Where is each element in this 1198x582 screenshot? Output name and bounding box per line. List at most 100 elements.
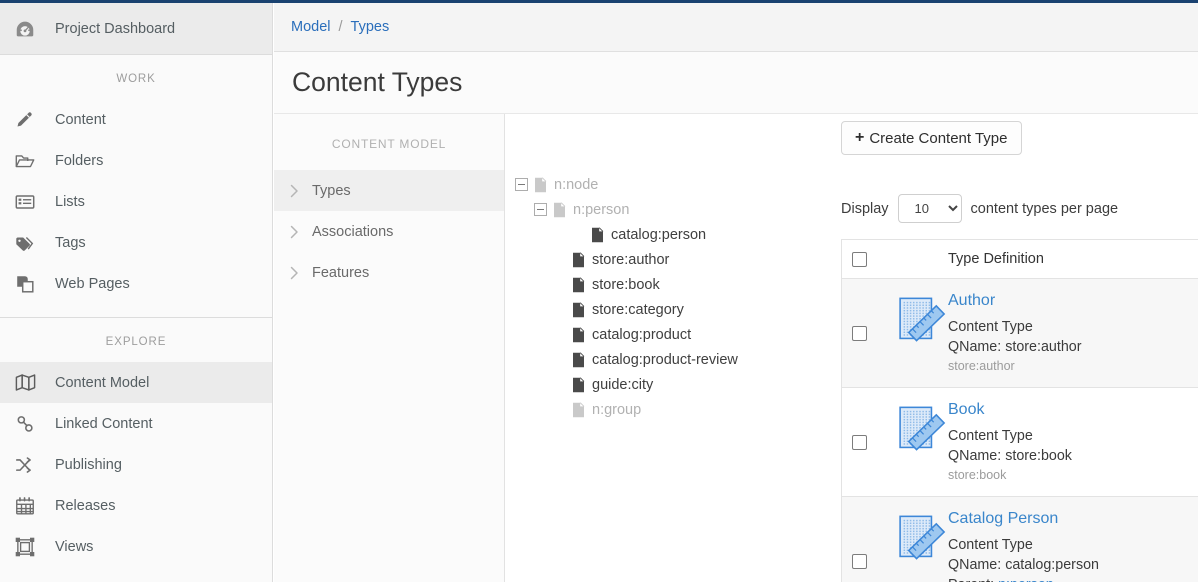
tree-node-label: n:node [554, 176, 599, 193]
panes-container: CONTENT MODEL Types Associations Feature… [274, 114, 1198, 582]
document-icon [572, 401, 585, 418]
tree-node-catalog-product[interactable]: catalog:product [505, 322, 810, 347]
sidebar-item-content-model[interactable]: Content Model [0, 362, 272, 403]
tree-node-label: guide:city [592, 376, 654, 393]
tree-node-store-author[interactable]: store:author [505, 247, 810, 272]
sidebar-item-linked-content[interactable]: Linked Content [0, 403, 272, 444]
row-checkbox-cell [852, 434, 894, 450]
sidebar-item-views[interactable]: Views [0, 526, 272, 567]
select-all-checkbox[interactable] [852, 251, 867, 267]
row-checkbox[interactable] [852, 325, 867, 341]
parent-label: Parent: [948, 577, 994, 582]
row-checkbox[interactable] [852, 434, 867, 450]
content-type-details: Book Content Type QName: store:book store:b… [948, 399, 1198, 485]
page-size-select[interactable]: 102550100 [897, 194, 962, 223]
table-row[interactable]: Catalog Person Content Type QName: catalog… [842, 497, 1198, 582]
content-type-title-link[interactable]: Book [948, 399, 1198, 422]
calendar-icon [14, 494, 44, 518]
content-model-nav-title: CONTENT MODEL [331, 137, 447, 151]
document-icon [572, 326, 585, 343]
nav-item-label: Associations [312, 223, 394, 240]
table-row[interactable]: Author Content Type QName: store:author sto… [842, 279, 1198, 389]
content-type-qname: QName: store:author [948, 339, 1082, 356]
display-suffix-label: content types per page [970, 200, 1119, 217]
content-type-qname: QName: catalog:person [948, 557, 1099, 574]
sidebar-item-content[interactable]: Content [0, 99, 272, 140]
content-type-qname-secondary: store:author [948, 359, 1015, 374]
map-icon [14, 371, 44, 395]
table-body: Author Content Type QName: store:author sto… [842, 279, 1198, 582]
create-content-type-button[interactable]: + Create Content Type [841, 121, 1022, 155]
tree-node-label: n:person [573, 201, 630, 218]
sidebar-item-label: Folders [55, 152, 104, 169]
tree-node-store-category[interactable]: store:category [505, 297, 810, 322]
content-type-details: Author Content Type QName: store:author sto… [948, 290, 1198, 376]
sidebar-item-tags[interactable]: Tags [0, 222, 272, 263]
breadcrumb-item-model[interactable]: Model [291, 19, 331, 35]
document-icon [572, 301, 585, 318]
content-type-title-link[interactable]: Author [948, 290, 1198, 313]
dashboard-gauge-icon [14, 18, 44, 40]
document-icon [572, 251, 585, 268]
main-content: Model / Types Content Types CONTENT MODE… [274, 3, 1198, 582]
content-type-details: Catalog Person Content Type QName: catalog… [948, 508, 1198, 582]
document-icon [553, 201, 566, 218]
pages-icon [14, 272, 44, 296]
tree-node-guide-city[interactable]: guide:city [505, 372, 810, 397]
row-checkbox[interactable] [852, 553, 867, 569]
tree-node-n-person[interactable]: n:person [505, 197, 810, 222]
table-header-row: Type Definition [842, 240, 1198, 279]
breadcrumb-separator: / [338, 19, 343, 35]
app-root: Project Dashboard WORK Content Folders L… [0, 0, 1198, 582]
tree-node-n-node[interactable]: n:node [505, 172, 810, 197]
nav-item-associations[interactable]: Associations [274, 211, 504, 252]
table-row[interactable]: Book Content Type QName: store:book store:b… [842, 388, 1198, 498]
sidebar-dashboard-label: Project Dashboard [55, 20, 176, 37]
tree-node-n-group[interactable]: n:group [505, 397, 810, 422]
page-title: Content Types [292, 67, 463, 97]
nav-item-types[interactable]: Types [274, 170, 504, 211]
tree-node-label: store:book [592, 276, 660, 293]
tree-node-catalog-product-review[interactable]: catalog:product-review [505, 347, 810, 372]
select-all-checkbox-cell [852, 251, 948, 267]
tree-node-store-book[interactable]: store:book [505, 272, 810, 297]
tree-collapse-toggle[interactable] [534, 203, 547, 216]
tree-node-label: catalog:person [611, 226, 707, 243]
sidebar-item-lists[interactable]: Lists [0, 181, 272, 222]
chevron-right-icon [290, 225, 312, 239]
sidebar-item-releases[interactable]: Releases [0, 485, 272, 526]
sidebar-item-folders[interactable]: Folders [0, 140, 272, 181]
row-checkbox-cell [852, 325, 894, 341]
sidebar-item-label: Tags [55, 234, 86, 251]
sidebar-item-label: Releases [55, 497, 116, 514]
content-type-title-link[interactable]: Catalog Person [948, 508, 1198, 531]
tree-collapse-toggle[interactable] [515, 178, 528, 191]
display-prefix-label: Display [841, 200, 889, 217]
shuffle-icon [14, 453, 44, 477]
page-title-bar: Content Types [274, 52, 1198, 114]
sidebar-section-work-title: WORK [116, 73, 156, 85]
pencil-icon [14, 108, 44, 132]
sidebar-item-web-pages[interactable]: Web Pages [0, 263, 272, 304]
tree-node-label: store:author [592, 251, 670, 268]
sidebar-item-project-dashboard[interactable]: Project Dashboard [0, 3, 272, 54]
document-icon [591, 226, 604, 243]
sidebar-item-label: Linked Content [55, 415, 153, 432]
parent-link[interactable]: n:person [998, 577, 1054, 582]
top-accent-strip [0, 0, 1198, 3]
content-type-parent: Parent: n:person [948, 575, 1198, 582]
nav-item-features[interactable]: Features [274, 252, 504, 293]
tag-icon [14, 231, 44, 255]
sidebar-item-label: Lists [55, 193, 85, 210]
content-type-qname-secondary: store:book [948, 468, 1007, 483]
sidebar-section-explore-title: EXPLORE [105, 336, 167, 348]
breadcrumb-item-types[interactable]: Types [351, 19, 390, 35]
nav-item-label: Features [312, 264, 370, 281]
tree-node-catalog-person[interactable]: catalog:person [505, 222, 810, 247]
tree-node-label: catalog:product [592, 326, 692, 343]
content-model-nav-pane: CONTENT MODEL Types Associations Feature… [274, 114, 505, 582]
list-icon [14, 190, 44, 214]
sidebar-item-label: Publishing [55, 456, 122, 473]
content-type-ruler-icon [894, 290, 948, 350]
sidebar-item-publishing[interactable]: Publishing [0, 444, 272, 485]
